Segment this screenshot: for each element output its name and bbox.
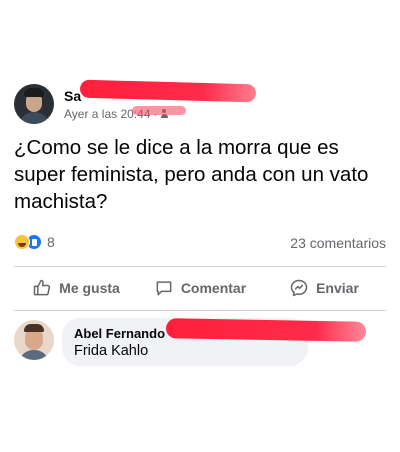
post-text: ¿Como se le dice a la morra que es super… [14, 136, 369, 213]
reactions-summary[interactable]: 8 [14, 234, 55, 250]
reaction-count: 8 [47, 234, 55, 250]
action-bar: Me gusta Comentar Enviar [14, 270, 386, 306]
post-stats: 8 23 comentarios [14, 232, 386, 254]
comment-text: Frida Kahlo [74, 343, 149, 359]
comment-icon [156, 281, 172, 296]
send-label: Enviar [316, 280, 359, 296]
author-name[interactable]: Sa [64, 88, 81, 104]
comment-item: Abel Fernando Frida Kahlo [14, 318, 386, 366]
name-redaction-mark [79, 79, 257, 103]
timestamp-redaction-mark [132, 106, 186, 115]
facebook-post: Sa Ayer a las 20:44 · ¿Como se le dice a… [0, 0, 400, 452]
post-header: Sa Ayer a las 20:44 · [14, 79, 384, 128]
commenter-redaction-mark [165, 318, 367, 342]
haha-reaction-icon [14, 234, 30, 250]
comment-label: Comentar [180, 280, 247, 296]
like-label: Me gusta [59, 280, 120, 296]
messenger-icon [290, 279, 308, 297]
like-button[interactable]: Me gusta [14, 270, 138, 306]
commenter-avatar[interactable] [14, 320, 54, 360]
thumbs-up-icon [33, 279, 51, 296]
divider [14, 266, 386, 267]
divider [14, 310, 386, 311]
comment-button[interactable]: Comentar [138, 270, 262, 306]
send-button[interactable]: Enviar [262, 270, 386, 306]
comments-count[interactable]: 23 comentarios [290, 235, 386, 251]
author-avatar[interactable] [14, 84, 54, 124]
